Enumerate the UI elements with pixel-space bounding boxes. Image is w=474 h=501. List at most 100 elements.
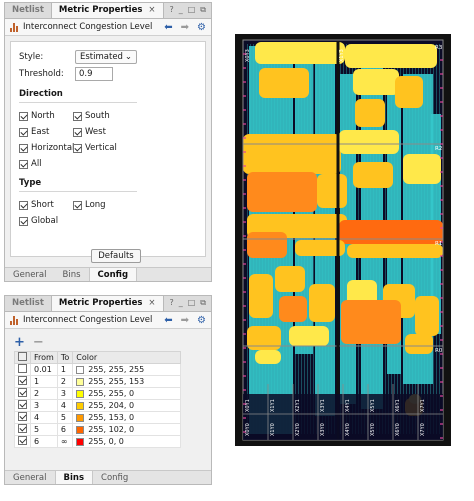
device-congestion-map[interactable]: R3 R2 R1 R0 X0Y3 X1Y3 X0Y1 X1Y1 X2Y1 X3Y1 X4Y1 X5Y1…	[235, 34, 451, 446]
float-icon[interactable]: ⧉	[200, 298, 206, 311]
checkbox-box[interactable]	[19, 216, 28, 226]
bin-enable-checkbox[interactable]	[14, 363, 31, 376]
tab-netlist[interactable]: Netlist	[5, 3, 51, 18]
bin-color[interactable]: 255, 153, 0	[72, 411, 182, 424]
color-swatch[interactable]	[76, 377, 85, 386]
bin-rgb: 255, 255, 0	[88, 389, 135, 398]
bin-color[interactable]: 255, 102, 0	[72, 423, 182, 436]
checkbox-east[interactable]: East	[19, 125, 73, 139]
bin-row[interactable]: 5 6 255, 102, 0	[14, 423, 182, 436]
bin-row[interactable]: 3 4 255, 204, 0	[14, 399, 182, 412]
bin-row[interactable]: 1 2 255, 255, 153	[14, 375, 182, 388]
gear-icon[interactable]: ⚙	[197, 22, 206, 33]
close-tab-icon[interactable]: ×	[148, 298, 155, 311]
bin-color[interactable]: 255, 255, 0	[72, 387, 182, 400]
bin-color[interactable]: 255, 255, 255	[72, 363, 182, 376]
checkbox-box[interactable]	[73, 200, 82, 210]
checkbox-north[interactable]: North	[19, 109, 73, 123]
bin-enable-checkbox[interactable]	[14, 375, 31, 388]
style-select[interactable]: Estimated ⌄	[75, 49, 137, 64]
remove-bin-icon[interactable]: −	[33, 335, 44, 350]
checkbox-west[interactable]: West	[73, 125, 143, 139]
checkbox-all[interactable]: All	[19, 157, 73, 171]
color-swatch[interactable]	[76, 389, 85, 398]
metric-chart-icon	[10, 315, 19, 325]
bin-color[interactable]: 255, 204, 0	[72, 399, 182, 412]
bin-enable-checkbox[interactable]	[14, 387, 31, 400]
close-tab-icon[interactable]: ×	[148, 5, 155, 18]
maximize-icon[interactable]: □	[188, 5, 196, 18]
bin-to[interactable]: 4	[56, 399, 74, 412]
select-all-header[interactable]	[14, 351, 31, 364]
bin-to[interactable]: 2	[56, 375, 74, 388]
forward-arrow-icon[interactable]: ➡	[181, 315, 189, 326]
bin-from[interactable]: 6	[30, 435, 58, 448]
back-arrow-icon[interactable]: ⬅	[164, 315, 172, 326]
tab-metric-properties[interactable]: Metric Properties ×	[50, 296, 164, 311]
help-icon[interactable]: ?	[169, 298, 173, 311]
help-icon[interactable]: ?	[169, 5, 173, 18]
bin-enable-checkbox[interactable]	[14, 435, 31, 448]
congestion-region	[249, 274, 273, 318]
color-swatch[interactable]	[76, 365, 85, 374]
bin-to[interactable]: ∞	[56, 435, 74, 448]
bin-enable-checkbox[interactable]	[14, 411, 31, 424]
tab-netlist[interactable]: Netlist	[5, 296, 51, 311]
bin-color[interactable]: 255, 0, 0	[72, 435, 182, 448]
checkbox-long[interactable]: Long	[73, 198, 143, 212]
bin-row[interactable]: 6 ∞ 255, 0, 0	[14, 435, 182, 448]
checkbox-short[interactable]: Short	[19, 198, 73, 212]
float-icon[interactable]: ⧉	[200, 5, 206, 18]
threshold-input[interactable]: 0.9	[75, 66, 113, 81]
checkbox-vertical[interactable]: Vertical	[73, 141, 143, 155]
bin-from[interactable]: 3	[30, 399, 58, 412]
bin-to[interactable]: 5	[56, 411, 74, 424]
checkbox-box[interactable]	[19, 111, 28, 121]
forward-arrow-icon[interactable]: ➡	[181, 22, 189, 33]
maximize-icon[interactable]: □	[188, 298, 196, 311]
checkbox-label: East	[31, 127, 50, 137]
checkbox-box[interactable]	[73, 143, 82, 153]
color-swatch[interactable]	[76, 401, 85, 410]
back-arrow-icon[interactable]: ⬅	[164, 22, 172, 33]
color-swatch[interactable]	[76, 437, 85, 446]
minimize-icon[interactable]: _	[179, 5, 183, 18]
checkbox-box[interactable]	[73, 111, 82, 121]
defaults-button[interactable]: Defaults	[91, 249, 141, 263]
checkbox-box[interactable]	[19, 200, 28, 210]
checkbox-box[interactable]	[19, 159, 28, 169]
add-bin-icon[interactable]: +	[14, 335, 25, 350]
checkbox-box[interactable]	[19, 127, 28, 137]
bin-enable-checkbox[interactable]	[14, 399, 31, 412]
bin-to[interactable]: 1	[56, 363, 74, 376]
checkbox-horizontal[interactable]: Horizontal	[19, 141, 74, 155]
tab-general[interactable]: General	[5, 471, 55, 484]
tab-metric-properties[interactable]: Metric Properties ×	[50, 3, 164, 18]
bin-from[interactable]: 0.01	[30, 363, 58, 376]
checkbox-south[interactable]: South	[73, 109, 143, 123]
color-swatch[interactable]	[76, 425, 85, 434]
bin-from[interactable]: 4	[30, 411, 58, 424]
bin-enable-checkbox[interactable]	[14, 423, 31, 436]
checkbox-global[interactable]: Global	[19, 214, 73, 228]
gear-icon[interactable]: ⚙	[197, 315, 206, 326]
tab-bins[interactable]: Bins	[55, 268, 89, 281]
minimize-icon[interactable]: _	[179, 298, 183, 311]
bin-row[interactable]: 2 3 255, 255, 0	[14, 387, 182, 400]
bin-from[interactable]: 5	[30, 423, 58, 436]
color-swatch[interactable]	[76, 413, 85, 422]
tab-config[interactable]: Config	[93, 471, 136, 484]
bin-row[interactable]: 0.01 1 255, 255, 255	[14, 363, 182, 376]
bin-to[interactable]: 6	[56, 423, 74, 436]
bin-from[interactable]: 1	[30, 375, 58, 388]
tab-general[interactable]: General	[5, 268, 55, 281]
checkbox-box[interactable]	[73, 127, 82, 137]
bin-row[interactable]: 4 5 255, 153, 0	[14, 411, 182, 424]
tab-bins[interactable]: Bins	[54, 471, 94, 484]
tab-config[interactable]: Config	[88, 268, 138, 281]
bin-to[interactable]: 3	[56, 387, 74, 400]
metric-title: Interconnect Congestion Level	[23, 22, 153, 32]
bin-color[interactable]: 255, 255, 153	[72, 375, 182, 388]
bin-from[interactable]: 2	[30, 387, 58, 400]
checkbox-box[interactable]	[19, 143, 28, 153]
